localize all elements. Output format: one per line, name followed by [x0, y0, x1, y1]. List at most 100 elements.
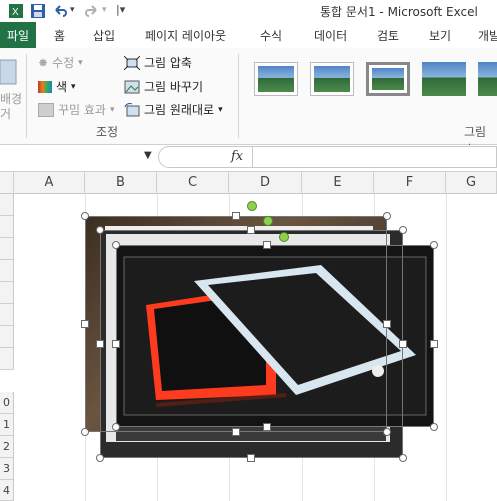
undo-icon[interactable] [52, 3, 68, 19]
title-bar: X ▾ ▾ |▾ 통합 문서1 - Microsoft Excel [0, 0, 497, 22]
row-header[interactable] [0, 326, 14, 348]
resize-handle[interactable] [399, 340, 407, 348]
picture-style-thumb-1[interactable] [254, 62, 298, 96]
color-button[interactable]: 색 ▾ [38, 78, 76, 95]
formula-input[interactable] [252, 146, 497, 168]
resize-handle[interactable] [81, 212, 89, 220]
row-header[interactable] [0, 238, 14, 260]
tab-file[interactable]: 파일 [0, 22, 36, 48]
remove-background-label-2[interactable]: 거 [0, 105, 11, 122]
tab-review[interactable]: 검토 [377, 27, 399, 44]
compress-pictures-button[interactable]: 그림 압축 [124, 54, 192, 71]
row-header-12[interactable]: 2 [0, 436, 14, 458]
compress-label: 그림 압축 [144, 56, 192, 70]
resize-handle[interactable] [232, 428, 240, 436]
resize-handle[interactable] [232, 212, 240, 220]
picture-style-thumb-4[interactable] [422, 62, 466, 96]
resize-handle[interactable] [430, 423, 438, 431]
column-header-g[interactable]: G [446, 172, 497, 194]
change-picture-icon [124, 80, 140, 93]
tab-developer[interactable]: 개발 [478, 27, 497, 44]
chevron-down-icon: ▾ [78, 57, 83, 68]
window-title: 통합 문서1 - Microsoft Excel [320, 5, 478, 19]
resize-handle[interactable] [430, 340, 438, 348]
resize-handle[interactable] [112, 423, 120, 431]
row-header-11[interactable]: 1 [0, 414, 14, 436]
resize-handle[interactable] [112, 340, 120, 348]
resize-handle[interactable] [399, 454, 407, 462]
column-header-c[interactable]: C [157, 172, 229, 194]
resize-handle[interactable] [383, 212, 391, 220]
remove-background-icon[interactable] [0, 58, 18, 86]
picture-style-thumb-5[interactable] [478, 62, 497, 96]
row-header[interactable] [0, 260, 14, 282]
resize-handle[interactable] [383, 320, 391, 328]
corrections-label: 수정 [52, 56, 75, 70]
tab-formulas[interactable]: 수식 [260, 27, 282, 44]
corrections-button[interactable]: ✸ 수정 ▾ [38, 54, 83, 71]
resize-handle[interactable] [399, 226, 407, 234]
redo-icon[interactable] [84, 3, 100, 19]
row-header-14[interactable]: 4 [0, 480, 14, 501]
column-header-d[interactable]: D [229, 172, 302, 194]
resize-handle[interactable] [96, 340, 104, 348]
column-header-b[interactable]: B [85, 172, 157, 194]
insert-function-icon[interactable]: fx [231, 149, 243, 164]
tab-data[interactable]: 데이터 [314, 27, 347, 44]
artistic-label: 꾸밈 효과 [58, 103, 106, 117]
tab-page-layout[interactable]: 페이지 레이아웃 [145, 27, 226, 44]
reset-picture-label: 그림 원래대로 [144, 103, 215, 117]
reset-picture-icon [124, 102, 140, 116]
tab-home[interactable]: 홈 [54, 27, 65, 44]
adjust-group-label: 조정 [96, 125, 119, 139]
resize-handle[interactable] [247, 226, 255, 234]
resize-handle[interactable] [96, 226, 104, 234]
svg-text:X: X [12, 7, 19, 18]
ribbon-separator [238, 54, 239, 138]
picture-style-thumb-3[interactable] [366, 62, 410, 96]
compress-icon [124, 55, 140, 70]
rotate-handle[interactable] [263, 216, 273, 226]
save-icon[interactable] [30, 3, 46, 19]
resize-handle[interactable] [263, 423, 271, 431]
change-picture-button[interactable]: 그림 바꾸기 [124, 78, 203, 95]
row-header-10[interactable]: 0 [0, 392, 14, 414]
resize-handle[interactable] [383, 428, 391, 436]
excel-logo-icon: X [9, 4, 23, 18]
rotate-handle[interactable] [279, 232, 289, 242]
palette-icon [38, 80, 52, 93]
resize-handle[interactable] [263, 241, 271, 249]
resize-handle[interactable] [112, 241, 120, 249]
resize-handle[interactable] [96, 454, 104, 462]
tab-view[interactable]: 보기 [429, 27, 451, 44]
row-header[interactable] [0, 194, 14, 216]
chevron-down-icon: ▾ [109, 104, 115, 115]
resize-handle[interactable] [81, 428, 89, 436]
column-header-f[interactable]: F [374, 172, 446, 194]
tab-insert[interactable]: 삽입 [93, 27, 115, 44]
row-header[interactable] [0, 304, 14, 326]
resize-handle[interactable] [81, 320, 89, 328]
color-label: 색 [56, 80, 68, 94]
row-header[interactable] [0, 348, 14, 370]
row-header[interactable] [0, 282, 14, 304]
picture-3-selection [116, 245, 434, 427]
grid-line [446, 194, 447, 501]
change-picture-label: 그림 바꾸기 [144, 80, 204, 94]
name-box-dropdown-icon[interactable]: ▼ [144, 150, 152, 161]
row-header[interactable] [0, 216, 14, 238]
resize-handle[interactable] [430, 241, 438, 249]
column-header-a[interactable]: A [14, 172, 85, 194]
sun-icon: ✸ [38, 55, 49, 70]
chevron-down-icon: ▾ [218, 104, 223, 115]
chevron-down-icon: ▾ [71, 81, 76, 92]
picture-style-thumb-2[interactable] [310, 62, 354, 96]
customize-qat-icon[interactable]: |▾ [116, 3, 132, 19]
reset-picture-button[interactable]: 그림 원래대로 ▾ [124, 101, 223, 118]
column-header-e[interactable]: E [302, 172, 374, 194]
artistic-effects-button[interactable]: 꾸밈 효과 ▾ [38, 101, 115, 118]
resize-handle[interactable] [247, 454, 255, 462]
row-header-13[interactable]: 3 [0, 458, 14, 480]
rotate-handle[interactable] [247, 201, 257, 211]
select-all-corner[interactable] [0, 172, 14, 194]
